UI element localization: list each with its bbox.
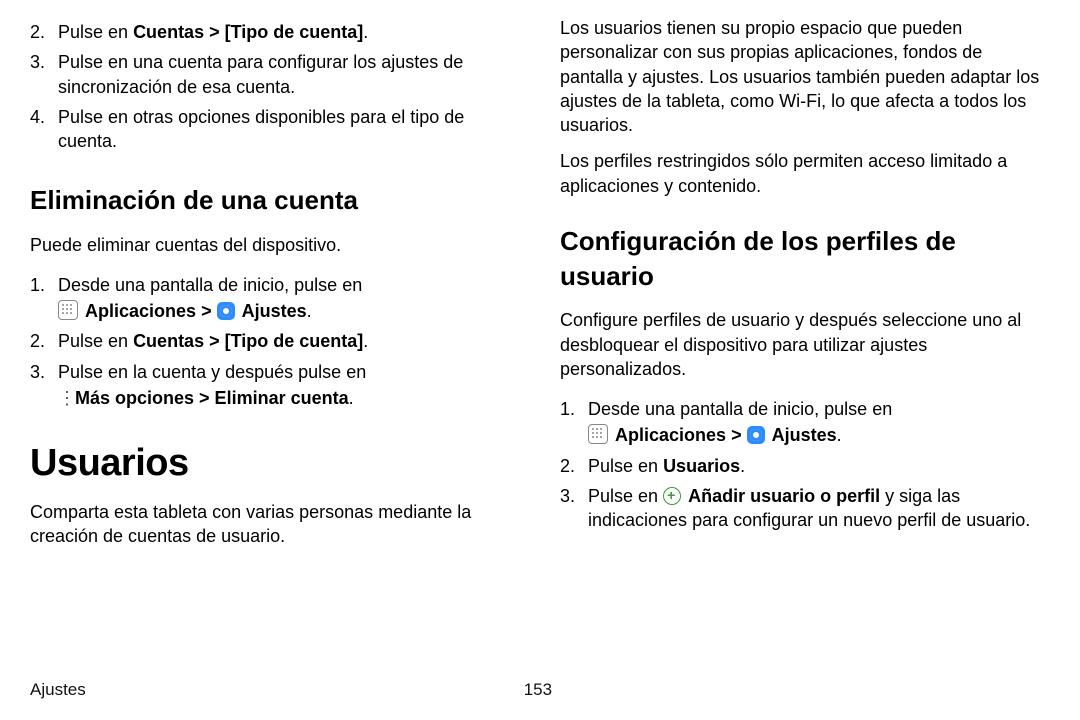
step-text: Desde una pantalla de inicio, pulse en	[588, 399, 892, 419]
more-options-icon	[58, 389, 68, 407]
step-number: 3.	[30, 360, 45, 384]
step-number: 3.	[30, 50, 45, 74]
step-3: 3. Pulse en la cuenta y después pulse en…	[30, 360, 520, 411]
step-subline: Aplicaciones > Ajustes.	[588, 423, 1050, 447]
steps-profiles: 1. Desde una pantalla de inicio, pulse e…	[560, 391, 1050, 538]
step-number: 2.	[560, 454, 575, 478]
p-profiles-info: Configure perfiles de usuario y después …	[560, 308, 1050, 381]
step-number: 2.	[30, 20, 45, 44]
step-text: Pulse en Cuentas > [Tipo de cuenta].	[58, 22, 368, 42]
step-text: Desde una pantalla de inicio, pulse en	[58, 275, 362, 295]
step-1: 1. Desde una pantalla de inicio, pulse e…	[30, 273, 520, 324]
apps-label: Aplicaciones	[615, 425, 726, 445]
step-2: 2. Pulse en Cuentas > [Tipo de cuenta].	[30, 20, 520, 44]
step-text: Pulse en una cuenta para configurar los …	[58, 52, 463, 96]
step-number: 1.	[560, 397, 575, 421]
steps-account-top: 2. Pulse en Cuentas > [Tipo de cuenta]. …	[30, 14, 520, 159]
step-text: Pulse en otras opciones disponibles para…	[58, 107, 464, 151]
footer-page-number: 153	[86, 679, 990, 702]
step-number: 1.	[30, 273, 45, 297]
apps-icon	[58, 300, 78, 320]
p-users-info-1: Los usuarios tienen su propio espacio qu…	[560, 16, 1050, 137]
p-users-info-2: Los perfiles restringidos sólo permiten …	[560, 149, 1050, 198]
right-column: Los usuarios tienen su propio espacio qu…	[560, 10, 1050, 700]
p-users: Comparta esta tableta con varias persona…	[30, 500, 520, 549]
heading-profiles: Configuración de los perfiles de usuario	[560, 224, 1050, 294]
gear-icon	[217, 302, 235, 320]
step-number: 4.	[30, 105, 45, 129]
step-number: 3.	[560, 484, 575, 508]
left-column: 2. Pulse en Cuentas > [Tipo de cuenta]. …	[30, 10, 520, 700]
step-text: Pulse en la cuenta y después pulse en	[58, 362, 366, 382]
more-label: Más opciones > Eliminar cuenta	[75, 388, 349, 408]
heading-delete-account: Eliminación de una cuenta	[30, 183, 520, 218]
step-3: 3. Pulse en Añadir usuario o perfil y si…	[560, 484, 1050, 533]
step-subline: Más opciones > Eliminar cuenta.	[58, 386, 520, 410]
footer-spacer	[990, 679, 1050, 702]
step-1: 1. Desde una pantalla de inicio, pulse e…	[560, 397, 1050, 448]
settings-label: Ajustes	[242, 301, 307, 321]
step-subline: Aplicaciones > Ajustes.	[58, 299, 520, 323]
spacer	[30, 554, 520, 594]
heading-users: Usuarios	[30, 438, 520, 489]
step-text: Pulse en Cuentas > [Tipo de cuenta].	[58, 331, 368, 351]
step-text: Pulse en Usuarios.	[588, 456, 745, 476]
step-text: Pulse en Añadir usuario o perfil y siga …	[588, 486, 1030, 530]
apps-label: Aplicaciones	[85, 301, 196, 321]
settings-label: Ajustes	[772, 425, 837, 445]
page: 2. Pulse en Cuentas > [Tipo de cuenta]. …	[0, 0, 1080, 720]
footer-section: Ajustes	[30, 679, 86, 702]
gear-icon	[747, 426, 765, 444]
steps-delete: 1. Desde una pantalla de inicio, pulse e…	[30, 267, 520, 416]
plus-icon	[663, 487, 681, 505]
apps-icon	[588, 424, 608, 444]
spacer	[560, 543, 1050, 583]
step-2: 2. Pulse en Usuarios.	[560, 454, 1050, 478]
page-footer: Ajustes 153	[30, 679, 1050, 702]
step-number: 2.	[30, 329, 45, 353]
p-delete-account: Puede eliminar cuentas del dispositivo.	[30, 233, 520, 257]
step-4: 4. Pulse en otras opciones disponibles p…	[30, 105, 520, 154]
step-3: 3. Pulse en una cuenta para configurar l…	[30, 50, 520, 99]
step-2: 2. Pulse en Cuentas > [Tipo de cuenta].	[30, 329, 520, 353]
